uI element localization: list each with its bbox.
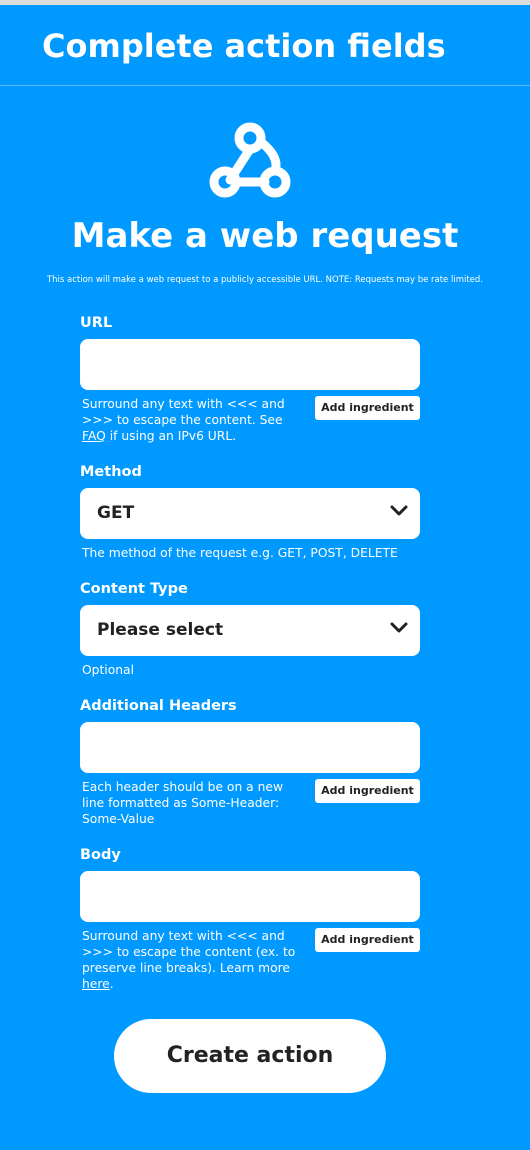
method-label: Method — [80, 464, 142, 480]
body-helper-post: . — [109, 977, 114, 991]
body-label: Body — [80, 847, 121, 863]
url-input[interactable] — [80, 339, 420, 390]
url-add-ingredient-button[interactable]: Add ingredient — [315, 396, 420, 420]
service-description: This action will make a web request to a… — [46, 275, 484, 285]
headers-label: Additional Headers — [80, 698, 237, 714]
headers-helper-text: Each header should be on a new line form… — [82, 780, 284, 826]
chevron-down-icon — [390, 622, 408, 633]
method-select[interactable]: GET — [80, 488, 420, 539]
body-textarea[interactable] — [80, 871, 420, 922]
url-label: URL — [80, 315, 113, 331]
service-title: Make a web request — [71, 216, 459, 256]
page-header: Complete action fields — [0, 5, 530, 86]
body-add-ingredient-button[interactable]: Add ingredient — [315, 928, 420, 952]
content-type-selected-value: Please select — [97, 620, 224, 640]
content-type-helper-text: Optional — [82, 663, 134, 677]
headers-textarea[interactable] — [80, 722, 420, 773]
url-helper-pre: Surround any text with <<< and >>> to es… — [82, 397, 285, 427]
webhook-icon — [209, 122, 291, 198]
url-helper-post: if using an IPv6 URL. — [105, 429, 237, 443]
page-title: Complete action fields — [42, 27, 446, 65]
method-selected-value: GET — [97, 503, 135, 523]
body-helper-pre: Surround any text with <<< and >>> to es… — [82, 929, 296, 975]
url-helper-text: Surround any text with <<< and >>> to es… — [82, 396, 307, 444]
here-link[interactable]: here — [82, 977, 110, 991]
chevron-down-icon — [390, 505, 408, 516]
content-type-select[interactable]: Please select — [80, 605, 420, 656]
body-helper-text: Surround any text with <<< and >>> to es… — [82, 928, 307, 992]
faq-link[interactable]: FAQ — [82, 429, 106, 443]
headers-add-ingredient-button[interactable]: Add ingredient — [315, 779, 420, 803]
create-action-button[interactable]: Create action — [114, 1019, 386, 1093]
content-type-label: Content Type — [80, 581, 188, 597]
method-helper-text: The method of the request e.g. GET, POST… — [82, 546, 398, 560]
